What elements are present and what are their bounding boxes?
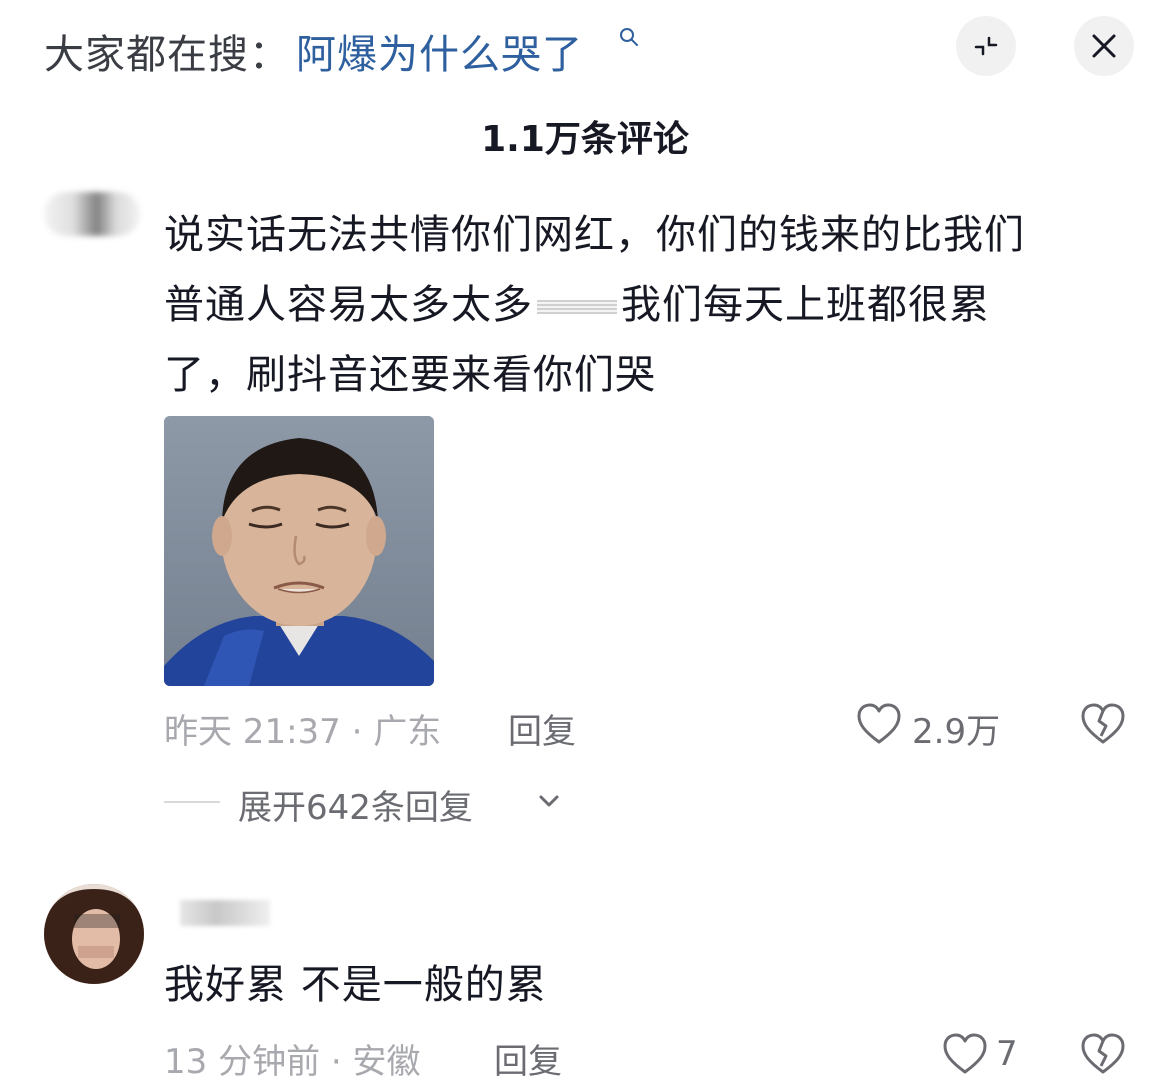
comment-text: 说实话无法共情你们网红，你们的钱来的比我们 普通人容易太多太多 我们每天上班都很累… — [164, 200, 1134, 410]
avatar[interactable] — [44, 192, 140, 236]
username-redacted[interactable] — [180, 900, 270, 926]
comments-panel: 大家都在搜： 阿爆为什么哭了 1.1万条评论 说实话无法共情你们网红，你们的钱来… — [0, 0, 1170, 1080]
comment-meta: 昨天 21:37 · 广东 — [164, 712, 442, 752]
broken-heart-icon[interactable] — [1080, 702, 1126, 746]
close-button[interactable] — [1074, 16, 1134, 76]
chevron-down-icon — [539, 795, 559, 807]
heart-icon — [943, 1033, 987, 1074]
comment-image[interactable] — [164, 416, 434, 686]
comment-text-line: 了，刷抖音还要来看你们哭 — [164, 352, 656, 398]
heart-icon — [857, 703, 901, 744]
comment-text-line: 普通人容易太多太多 我们每天上班都很累 — [164, 270, 1134, 340]
search-icon — [620, 28, 638, 46]
reply-button[interactable]: 回复 — [494, 1034, 562, 1080]
like-count: 7 — [996, 1034, 1018, 1074]
expand-replies-label: 展开642条回复 — [238, 788, 473, 828]
comment-text: 我好累 不是一般的累 — [164, 962, 547, 1008]
collapse-icon — [974, 36, 998, 56]
avatar-photo — [44, 884, 144, 984]
crying-boy-photo — [164, 416, 434, 686]
search-prefix-label: 大家都在搜： — [44, 32, 290, 78]
redaction-mark — [537, 300, 617, 314]
comment-text-segment: 普通人容易太多太多 — [164, 282, 533, 328]
close-icon — [1092, 34, 1116, 58]
comment-text-line: 说实话无法共情你们网红，你们的钱来的比我们 — [164, 212, 1025, 258]
broken-heart-icon[interactable] — [1080, 1032, 1126, 1076]
search-term-link[interactable]: 阿爆为什么哭了 — [296, 22, 583, 80]
expand-divider — [164, 801, 220, 803]
comment-count-title: 1.1万条评论 — [481, 119, 689, 160]
comment-text-segment: 我们每天上班都很累 — [621, 282, 990, 328]
reply-button[interactable]: 回复 — [508, 704, 576, 753]
collapse-button[interactable] — [956, 16, 1016, 76]
like-count: 2.9万 — [912, 712, 1001, 752]
avatar[interactable] — [44, 884, 144, 984]
comment-meta: 13 分钟前 · 安徽 — [164, 1042, 421, 1080]
